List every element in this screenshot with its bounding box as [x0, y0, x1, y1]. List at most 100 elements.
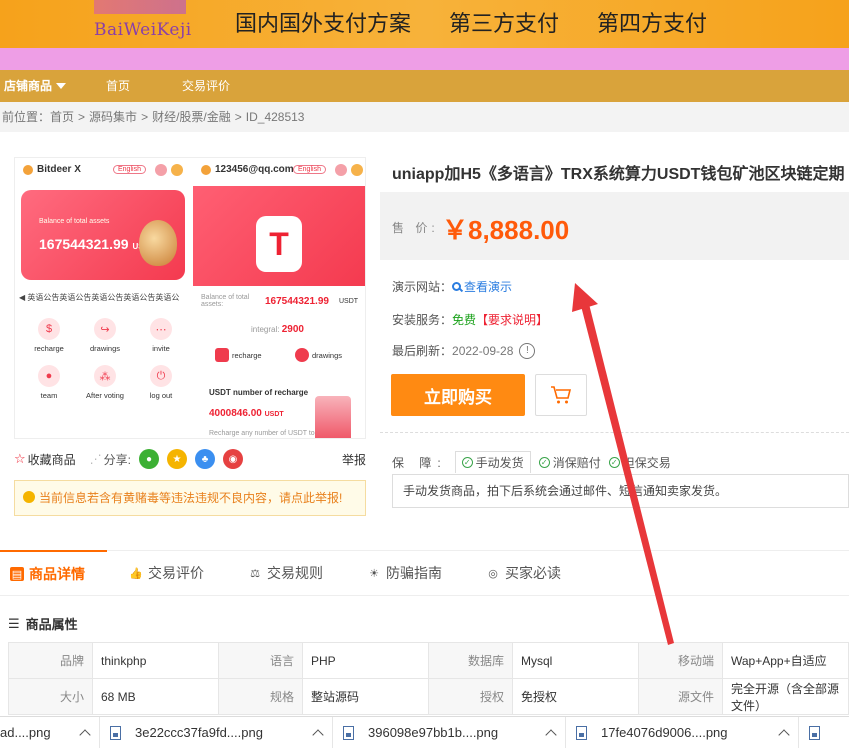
table-row: 品牌 thinkphp 语言 PHP 数据库 Mysql 移动端 Wap+App… [8, 642, 849, 679]
favorite-button[interactable]: 收藏商品 [28, 451, 76, 468]
power-icon: ⏻ [150, 365, 172, 387]
card-amount-value: 167544321.99 [39, 236, 129, 252]
tab-buyer-notes[interactable]: ◎ 买家必读 [464, 550, 583, 596]
preview-recharge-label: recharge [34, 344, 64, 353]
preview-card-caption: Balance of total assets [39, 218, 110, 225]
attr-key: 数据库 [428, 642, 513, 679]
install-label: 安装服务： [392, 313, 453, 327]
tab-anti-fraud[interactable]: ☀ 防骗指南 [345, 550, 464, 596]
recharge-icon [215, 348, 229, 362]
bell-icon [335, 164, 347, 176]
install-row: 安装服务： 免费 【要求说明】 [392, 311, 548, 328]
demo-link-label: 查看演示 [464, 280, 513, 294]
usdt-amount-value: 4000846.00 [209, 408, 262, 419]
guarantee-compensation[interactable]: ✓ 消保赔付 [538, 454, 601, 471]
shop-logo[interactable]: BaiWeiKeji [80, 0, 200, 48]
preview-drawings-btn: drawings [295, 348, 342, 362]
chevron-up-icon[interactable] [79, 728, 91, 741]
breadcrumb-prefix: 前位置： [2, 110, 51, 124]
compass-icon: ◎ [488, 567, 498, 580]
money-bag-icon [139, 220, 177, 266]
share-nodes-icon: ⋯ [150, 318, 172, 340]
download-item[interactable]: 396098e97bb1b....png [333, 716, 566, 748]
demo-link[interactable]: 查看演示 [452, 278, 512, 295]
lightbulb-icon [23, 491, 35, 503]
delivery-note: 手动发货商品，拍下后系统会通过邮件、短信通知卖家发货。 [392, 474, 849, 508]
add-to-cart-button[interactable] [535, 374, 587, 416]
share-group: ⋰ 分享: ● ★ ♣ ◉ [89, 449, 244, 469]
nav-reviews[interactable]: 交易评价 [156, 70, 256, 102]
download-item[interactable]: 17fe4076d9006....png [566, 716, 799, 748]
shop-nav: 店铺商品 首页 交易评价 [0, 70, 849, 102]
tab-details[interactable]: ▤ 商品详情 [0, 550, 107, 596]
nav-shop-products-label: 店铺商品 [4, 79, 53, 93]
attributes-table: 品牌 thinkphp 语言 PHP 数据库 Mysql 移动端 Wap+App… [8, 642, 849, 715]
wechat-icon[interactable]: ● [139, 449, 160, 469]
share-label: 分享: [103, 452, 132, 467]
chevron-up-icon[interactable] [545, 728, 557, 741]
tab-rules[interactable]: ⚖ 交易规则 [226, 550, 345, 596]
nav-shop-products[interactable]: 店铺商品 [0, 70, 80, 102]
app-logo-icon [201, 164, 211, 175]
report-link[interactable]: 举报 [342, 451, 366, 468]
banner-slogans: 国内国外支付方案 第三方支付 第四方支付 [235, 6, 707, 38]
preview-left-screen: Bitdeer X English Balance of total asset… [15, 158, 191, 438]
product-title: uniapp加H5《多语言》TRX系统算力USDT钱包矿池区块链定期 [392, 166, 845, 183]
weibo-icon[interactable]: ◉ [223, 449, 244, 469]
share-icon: ⋰ [89, 452, 102, 466]
qq-icon[interactable]: ♣ [195, 449, 216, 469]
star-icon[interactable]: ☆ [14, 451, 26, 467]
nav-home[interactable]: 首页 [80, 70, 156, 102]
product-preview-image[interactable]: Bitdeer X English Balance of total asset… [14, 157, 366, 439]
breadcrumb-category[interactable]: 财经/股票/金融 [152, 110, 231, 124]
preview-invite: ⋯ invite [133, 318, 189, 353]
info-icon[interactable]: ! [519, 342, 536, 359]
table-row: 大小 68 MB 规格 整站源码 授权 免授权 源文件 完全开源（含全部源文件） [8, 678, 849, 715]
divider [380, 432, 849, 433]
report-warning[interactable]: 当前信息若含有黄赌毒等违法违规不良内容，请点此举报! [14, 480, 366, 516]
attr-value: Mysql [512, 642, 639, 679]
image-file-icon [576, 725, 587, 740]
breadcrumb-market[interactable]: 源码集市 [89, 110, 137, 124]
preview-lang-pill: English [293, 165, 326, 174]
slogan-1: 国内国外支付方案 [235, 12, 412, 37]
attr-value: PHP [302, 642, 429, 679]
report-warning-text: 当前信息若含有黄赌毒等违法违规不良内容，请点此举报! [39, 491, 343, 505]
share-arrow-icon: ↪ [94, 318, 116, 340]
preview-balance-unit: USDT [339, 298, 359, 305]
preview-integral-label: integral: [251, 325, 280, 334]
qzone-star-icon[interactable]: ★ [167, 449, 188, 469]
install-requirements-link[interactable]: 【要求说明】 [476, 311, 548, 328]
attr-key: 规格 [218, 678, 303, 715]
logo-decoration [94, 0, 186, 14]
user-icon [171, 164, 183, 176]
attr-value: thinkphp [92, 642, 219, 679]
breadcrumb-separator: > [78, 110, 86, 124]
guarantee-escrow[interactable]: ✓ 担保交易 [608, 454, 671, 471]
guarantee-compensation-label: 消保赔付 [552, 455, 601, 470]
caret-down-icon [56, 83, 67, 89]
download-item-partial[interactable] [799, 717, 849, 748]
download-item[interactable]: ad....png [0, 716, 100, 748]
guarantee-manual-delivery[interactable]: ✓ 手动发货 [454, 451, 531, 473]
tab-reviews[interactable]: 👍 交易评价 [107, 550, 226, 596]
attr-value: 完全开源（含全部源文件） [722, 678, 849, 715]
buy-now-button[interactable]: 立即购买 [391, 374, 525, 416]
attr-value: 免授权 [512, 678, 639, 715]
attributes-title: ☰ 商品属性 [8, 614, 78, 633]
attributes-title-label: 商品属性 [25, 617, 78, 632]
download-filename: ad....png [0, 725, 51, 740]
slogan-2: 第三方支付 [449, 12, 560, 37]
attr-value: Wap+App+自适应 [722, 642, 849, 679]
download-item[interactable]: 3e22ccc37fa9fd....png [100, 716, 333, 748]
breadcrumb-id: ID_428513 [245, 110, 305, 124]
preview-team-label: team [40, 391, 58, 400]
attr-key: 源文件 [638, 678, 723, 715]
breadcrumb-home[interactable]: 首页 [50, 110, 74, 124]
chevron-up-icon[interactable] [312, 728, 324, 741]
download-filename: 396098e97bb1b....png [368, 725, 499, 740]
chevron-up-icon[interactable] [778, 728, 790, 741]
download-bar: ad....png 3e22ccc37fa9fd....png 396098e9… [0, 716, 849, 748]
usdt-amount-unit: USDT [264, 411, 284, 418]
breadcrumb-separator: > [234, 110, 242, 124]
